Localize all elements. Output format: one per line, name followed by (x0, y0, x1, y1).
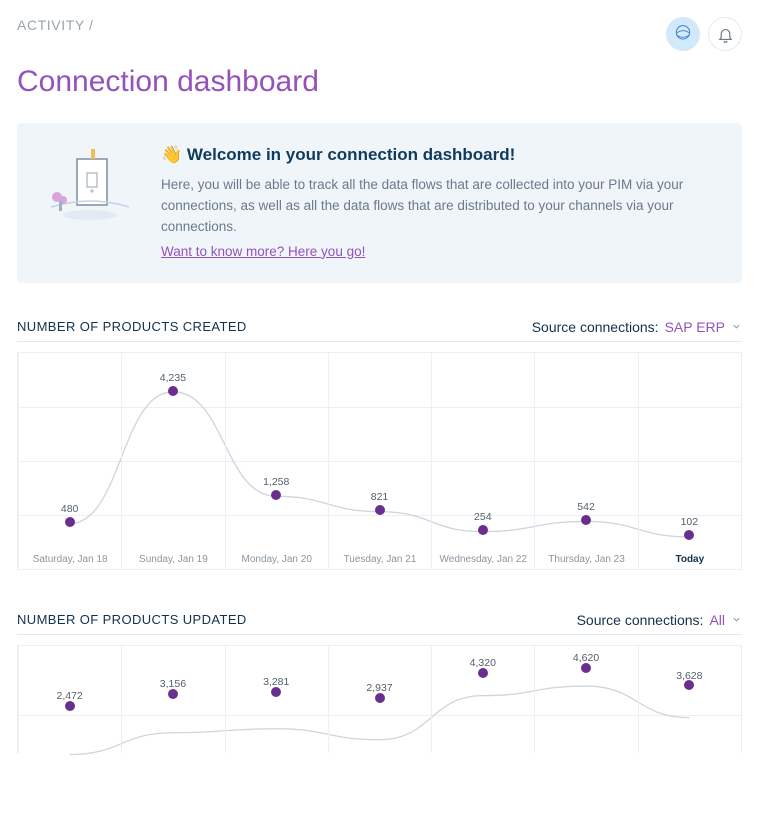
filter-label: Source connections: (532, 319, 659, 335)
avatar-icon (673, 24, 693, 44)
notifications-button[interactable] (708, 17, 742, 51)
section-title-created: NUMBER OF PRODUCTS CREATED (17, 319, 247, 334)
chart-x-label: Monday, Jan 20 (226, 554, 328, 565)
avatar[interactable] (666, 17, 700, 51)
bell-icon (717, 26, 734, 43)
source-filter-updated[interactable]: Source connections: All (577, 612, 742, 628)
chart-x-label: Tuesday, Jan 21 (329, 554, 431, 565)
wave-icon: 👋 (161, 145, 182, 164)
chart-x-label: Saturday, Jan 18 (19, 554, 121, 565)
section-title-updated: NUMBER OF PRODUCTS UPDATED (17, 612, 247, 627)
source-filter-created[interactable]: Source connections: SAP ERP (532, 319, 742, 335)
chart-products-created: 4804,2351,258821254542102 Saturday, Jan … (17, 352, 742, 570)
chart-x-label: Sunday, Jan 19 (122, 554, 224, 565)
chart-x-label: Thursday, Jan 23 (535, 554, 637, 565)
breadcrumb: ACTIVITY / (17, 17, 94, 33)
chart-products-updated: 2,4723,1563,2812,9374,3204,6203,628 (17, 645, 742, 753)
welcome-panel: 👋 Welcome in your connection dashboard! … (17, 123, 742, 283)
filter-value-updated: All (709, 612, 725, 628)
welcome-heading: 👋 Welcome in your connection dashboard! (161, 145, 718, 165)
welcome-learn-more-link[interactable]: Want to know more? Here you go! (161, 244, 365, 259)
welcome-illustration (41, 145, 131, 225)
chart-x-label: Today (639, 554, 741, 565)
chevron-down-icon (731, 321, 742, 332)
welcome-body: Here, you will be able to track all the … (161, 175, 718, 238)
chart-x-label: Wednesday, Jan 22 (432, 554, 534, 565)
filter-value-created: SAP ERP (665, 319, 725, 335)
page-title: Connection dashboard (17, 65, 742, 99)
chevron-down-icon (731, 614, 742, 625)
filter-label: Source connections: (577, 612, 704, 628)
